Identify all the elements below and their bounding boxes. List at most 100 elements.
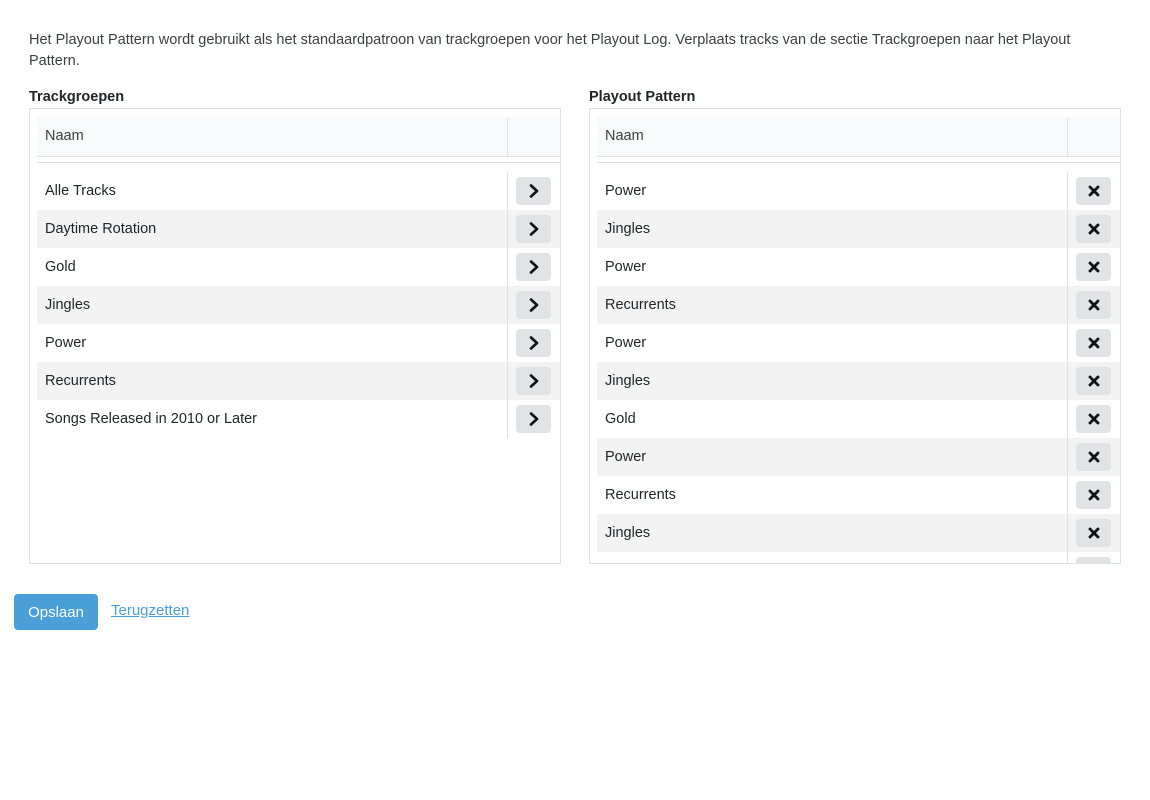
row-label: Power — [605, 259, 647, 275]
move-to-pattern-button[interactable] — [516, 253, 551, 281]
chevron-right-icon — [528, 298, 540, 312]
playout-pattern-list: Power Jingles Power Recurrents Power Jingles G… — [597, 172, 1120, 563]
column-divider — [1067, 362, 1068, 400]
close-icon — [1088, 299, 1100, 311]
row-label: Power — [605, 335, 647, 351]
row-label: Songs Released in 2010 or Later — [45, 411, 258, 427]
row-label: Gold — [605, 411, 636, 427]
table-row: Gold — [597, 400, 1120, 438]
remove-from-pattern-button[interactable] — [1076, 253, 1111, 281]
column-divider — [1067, 552, 1068, 563]
remove-from-pattern-button[interactable] — [1076, 519, 1111, 547]
column-divider — [507, 286, 508, 324]
table-row: Recurrents — [597, 476, 1120, 514]
column-divider — [1067, 400, 1068, 438]
remove-from-pattern-button[interactable] — [1076, 481, 1111, 509]
column-divider — [507, 172, 508, 210]
close-icon — [1088, 185, 1100, 197]
move-to-pattern-button[interactable] — [516, 329, 551, 357]
column-divider — [507, 362, 508, 400]
row-label: Jingles — [605, 221, 651, 237]
trackgroups-list: Alle Tracks Daytime Rotation Gold Jingles Po… — [37, 172, 560, 438]
chevron-right-icon — [528, 374, 540, 388]
column-divider — [1067, 286, 1068, 324]
close-icon — [1088, 413, 1100, 425]
column-divider — [507, 248, 508, 286]
close-icon — [1088, 527, 1100, 539]
row-label: Recurrents — [45, 373, 116, 389]
move-to-pattern-button[interactable] — [516, 291, 551, 319]
remove-from-pattern-button[interactable] — [1076, 215, 1111, 243]
close-icon — [1088, 261, 1100, 273]
row-label: Daytime Rotation — [45, 221, 157, 237]
table-row: Daytime Rotation — [37, 210, 560, 248]
column-header-name: Naam — [45, 128, 84, 144]
row-label: Recurrents — [605, 297, 676, 313]
intro-text: Het Playout Pattern wordt gebruikt als h… — [29, 32, 1071, 69]
playout-pattern-page: Het Playout Pattern wordt gebruikt als h… — [0, 0, 1150, 800]
close-icon — [1088, 337, 1100, 349]
table-row: Jingles — [597, 210, 1120, 248]
column-divider — [1067, 476, 1068, 514]
table-row: Power — [597, 248, 1120, 286]
chevron-right-icon — [528, 260, 540, 274]
close-icon — [1088, 223, 1100, 235]
table-header: Naam — [37, 117, 560, 157]
trackgroups-table: Naam Alle Tracks Daytime Rotation Gold Jing… — [29, 108, 561, 564]
row-label: Gold — [45, 259, 76, 275]
row-label: Power — [605, 449, 647, 465]
remove-from-pattern-button[interactable] — [1076, 557, 1111, 563]
column-divider — [1067, 514, 1068, 552]
column-divider — [1067, 248, 1068, 286]
playout-pattern-table: Naam Power Jingles Power Recurrents Power Jin… — [589, 108, 1121, 564]
chevron-right-icon — [528, 336, 540, 350]
row-label: Jingles — [605, 525, 651, 541]
playout-pattern-title: Playout Pattern — [589, 89, 696, 105]
table-row: Alle Tracks — [37, 172, 560, 210]
header-divider — [37, 162, 560, 163]
remove-from-pattern-button[interactable] — [1076, 405, 1111, 433]
remove-from-pattern-button[interactable] — [1076, 291, 1111, 319]
table-row: Power — [597, 172, 1120, 210]
column-divider — [1067, 438, 1068, 476]
column-divider — [507, 400, 508, 438]
column-divider — [507, 117, 508, 156]
table-row: Gold — [37, 248, 560, 286]
remove-from-pattern-button[interactable] — [1076, 177, 1111, 205]
row-label: Recurrents — [605, 487, 676, 503]
chevron-right-icon — [528, 412, 540, 426]
header-divider — [597, 162, 1120, 163]
reset-link[interactable]: Terugzetten — [111, 602, 189, 619]
row-label: Jingles — [605, 373, 651, 389]
table-row: Songs Released in 2010 or Later — [37, 400, 560, 438]
trackgroups-title: Trackgroepen — [29, 89, 125, 105]
move-to-pattern-button[interactable] — [516, 177, 551, 205]
close-icon — [1088, 375, 1100, 387]
save-button[interactable]: Opslaan — [14, 594, 98, 630]
remove-from-pattern-button[interactable] — [1076, 367, 1111, 395]
move-to-pattern-button[interactable] — [516, 367, 551, 395]
move-to-pattern-button[interactable] — [516, 405, 551, 433]
close-icon — [1088, 451, 1100, 463]
table-header: Naam — [597, 117, 1120, 157]
column-divider — [1067, 210, 1068, 248]
table-row: Recurrents — [597, 286, 1120, 324]
move-to-pattern-button[interactable] — [516, 215, 551, 243]
row-label: Jingles — [45, 297, 91, 313]
table-row: Recurrents — [37, 362, 560, 400]
remove-from-pattern-button[interactable] — [1076, 443, 1111, 471]
column-divider — [1067, 172, 1068, 210]
row-label: Alle Tracks — [45, 183, 116, 199]
remove-from-pattern-button[interactable] — [1076, 329, 1111, 357]
chevron-right-icon — [528, 222, 540, 236]
row-label: Power — [45, 335, 87, 351]
table-row: Jingles — [597, 362, 1120, 400]
table-row — [597, 552, 1120, 563]
column-divider — [507, 324, 508, 362]
close-icon — [1088, 489, 1100, 501]
chevron-right-icon — [528, 184, 540, 198]
column-divider — [507, 210, 508, 248]
row-label: Power — [605, 183, 647, 199]
table-row: Power — [597, 438, 1120, 476]
column-divider — [1067, 117, 1068, 156]
